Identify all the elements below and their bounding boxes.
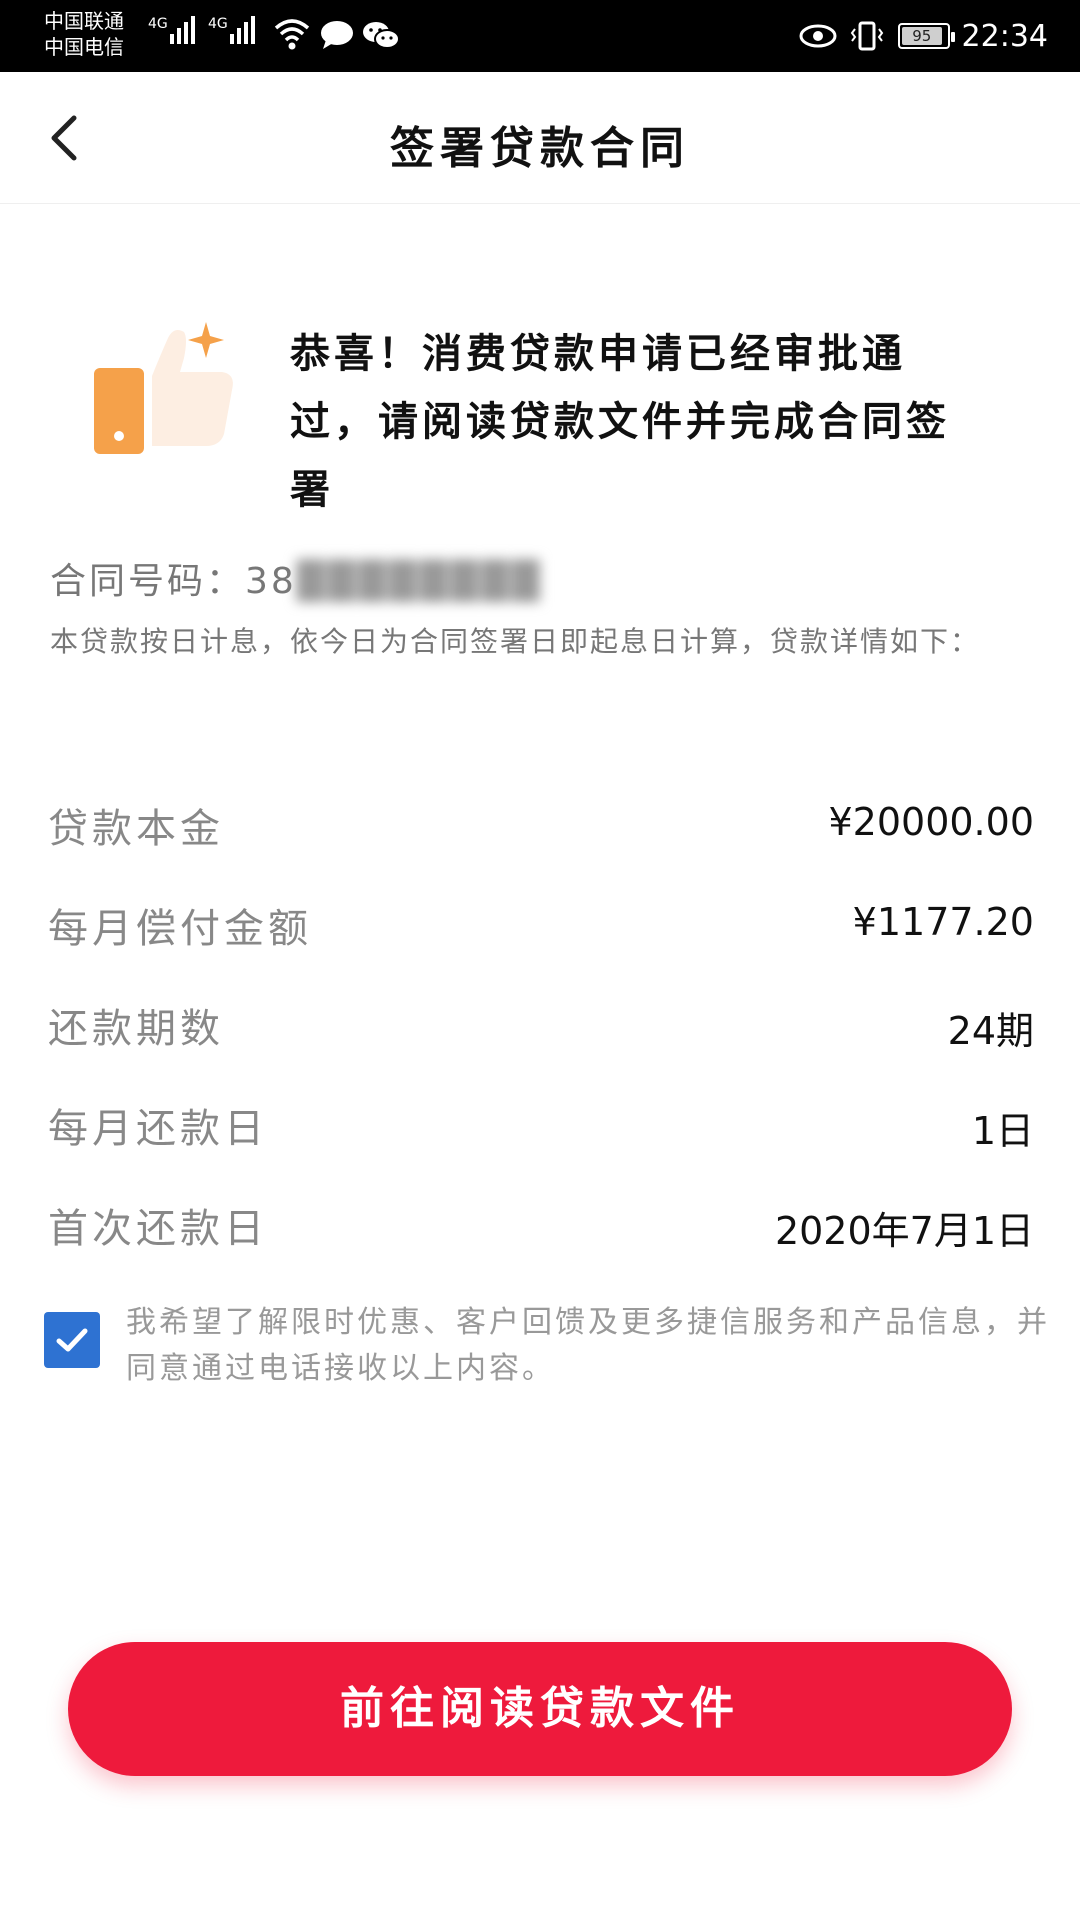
message-icon bbox=[321, 21, 353, 49]
battery-icon: 95 bbox=[897, 23, 955, 49]
detail-row-first-repayment: 首次还款日 2020年7月1日 bbox=[48, 1196, 1034, 1256]
detail-label: 贷款本金 bbox=[48, 806, 224, 852]
signal-strength-icon: 4G bbox=[148, 16, 198, 44]
battery-level: 95 bbox=[901, 27, 942, 45]
status-right-group: 95 22:34 bbox=[798, 14, 1048, 58]
contract-number-value: 38 bbox=[245, 561, 297, 602]
contract-number-label: 合同号码： bbox=[50, 561, 246, 602]
detail-row-principal: 贷款本金 ¥20000.00 bbox=[48, 796, 1034, 856]
detail-label: 每月偿付金额 bbox=[48, 906, 312, 952]
detail-value: ¥20000.00 bbox=[828, 800, 1035, 844]
thumbs-up-phone-icon bbox=[94, 322, 233, 454]
detail-row-monthly-payment: 每月偿付金额 ¥1177.20 bbox=[48, 896, 1034, 956]
network-type-label: 4G bbox=[208, 16, 228, 32]
carrier-name-1: 中国联通 bbox=[44, 9, 124, 33]
contract-number: 合同号码：38████████ bbox=[50, 552, 542, 604]
detail-label: 每月还款日 bbox=[48, 1106, 268, 1152]
eye-icon bbox=[799, 24, 837, 48]
network-type-label: 4G bbox=[148, 16, 168, 32]
consent-checkbox[interactable] bbox=[44, 1312, 100, 1368]
signal-strength-icon: 4G bbox=[208, 16, 258, 44]
consent-text: 我希望了解限时优惠、客户回馈及更多捷信服务和产品信息，并同意通过电话接收以上内容… bbox=[126, 1305, 1050, 1386]
detail-value: 2020年7月1日 bbox=[774, 1209, 1034, 1253]
clock-time: 22:34 bbox=[961, 18, 1048, 54]
detail-value: 1日 bbox=[971, 1109, 1034, 1153]
detail-row-installments: 还款期数 24期 bbox=[48, 996, 1034, 1056]
detail-value: 24期 bbox=[947, 1009, 1034, 1053]
status-bar: 中国联通 中国电信 4G 4G 95 22:34 bbox=[0, 0, 1080, 72]
detail-value: ¥1177.20 bbox=[852, 900, 1034, 944]
detail-label: 首次还款日 bbox=[48, 1206, 268, 1252]
read-loan-documents-button[interactable]: 前往阅读贷款文件 bbox=[68, 1642, 1012, 1776]
wechat-icon bbox=[363, 22, 400, 49]
contract-number-masked: ████████ bbox=[296, 561, 543, 602]
page-title: 签署贷款合同 bbox=[390, 123, 690, 174]
wifi-icon bbox=[274, 19, 310, 50]
checkmark-icon bbox=[56, 1328, 88, 1352]
approval-message: 恭喜！消费贷款申请已经审批通过，请阅读贷款文件并完成合同签署 bbox=[290, 331, 950, 513]
detail-row-repayment-day: 每月还款日 1日 bbox=[48, 1096, 1034, 1156]
carrier-name-2: 中国电信 bbox=[44, 35, 124, 59]
carrier-info: 中国联通 中国电信 bbox=[44, 8, 124, 60]
navigation-bar: 签署贷款合同 bbox=[0, 72, 1080, 204]
interest-note: 本贷款按日计息，依今日为合同签署日即起息日计算，贷款详情如下： bbox=[50, 625, 981, 658]
vibrate-icon bbox=[850, 21, 883, 51]
detail-label: 还款期数 bbox=[48, 1006, 224, 1052]
